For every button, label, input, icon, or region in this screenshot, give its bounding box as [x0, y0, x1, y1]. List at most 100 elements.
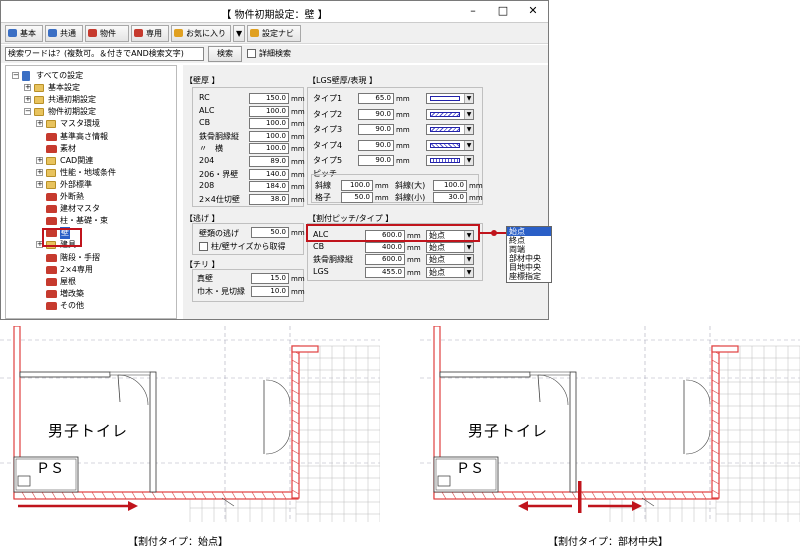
tree-expander[interactable]: +: [24, 96, 31, 104]
detail-search-checkbox[interactable]: [247, 49, 256, 58]
wall-thickness-input[interactable]: 100.0: [249, 105, 289, 117]
minimize-button[interactable]: –: [458, 1, 488, 22]
toolbar-button-2[interactable]: 物件: [85, 25, 129, 42]
dropdown-arrow-icon: ▼: [464, 255, 473, 265]
wall-thickness-label: 206・界壁: [199, 169, 239, 179]
lgs-type-input[interactable]: 90.0: [358, 108, 394, 120]
lgs-type-input[interactable]: 90.0: [358, 124, 394, 135]
maximize-button[interactable]: □: [488, 1, 518, 22]
tree-item-19[interactable]: その他: [60, 300, 84, 312]
split-pitch-input[interactable]: 600.0: [365, 254, 405, 266]
tree-item-11[interactable]: 建材マスタ: [60, 203, 100, 215]
tree-item-15[interactable]: 階段・手摺: [60, 252, 100, 264]
split-pitch-input[interactable]: 455.0: [365, 266, 405, 278]
tree-item-10[interactable]: 外断熱: [60, 191, 84, 203]
lgs-pattern-select[interactable]: ▼: [426, 93, 474, 104]
pitch-input-2[interactable]: 30.0: [433, 192, 467, 203]
tree-item-2[interactable]: 共通初期設定: [48, 94, 96, 106]
tree-expander[interactable]: −: [12, 72, 19, 79]
pitch-input[interactable]: 50.0: [341, 192, 373, 203]
dropdown-option-1[interactable]: 終点: [507, 236, 551, 245]
wall-thickness-input[interactable]: 100.0: [249, 118, 289, 130]
lgs-pattern-select[interactable]: ▼: [426, 124, 474, 135]
toolbar-button-1[interactable]: 共通: [45, 25, 83, 42]
split-label: CB: [313, 242, 325, 252]
folder-icon: [34, 108, 44, 117]
tree-expander[interactable]: +: [36, 156, 43, 164]
chiri-input[interactable]: 15.0: [251, 273, 289, 284]
split-type-select[interactable]: 始点 ▼: [426, 254, 474, 266]
tree-item-6[interactable]: 素材: [60, 143, 76, 155]
split-type-value: 始点: [429, 267, 445, 277]
tree-item-7[interactable]: CAD関連: [60, 155, 93, 167]
toolbar-button-6[interactable]: 設定ナビ: [247, 25, 301, 42]
split-type-dropdown-list[interactable]: 始点 終点 両端 部材中央 目地中央 座標指定: [506, 226, 552, 283]
tree-item-17[interactable]: 屋根: [60, 276, 76, 288]
room-label: 男子トイレ: [468, 422, 549, 440]
tree-item-3[interactable]: 物件初期設定: [48, 106, 96, 118]
nige-checkbox[interactable]: [199, 242, 208, 251]
setting-item-icon: [46, 205, 57, 214]
setting-item-icon: [46, 301, 57, 310]
wall-thickness-unit: mm: [291, 158, 305, 166]
nige-input[interactable]: 50.0: [251, 227, 289, 238]
close-button[interactable]: ✕: [518, 1, 548, 22]
wall-thickness-input[interactable]: 89.0: [249, 156, 289, 167]
lgs-type-input[interactable]: 65.0: [358, 93, 394, 104]
tree-item-16[interactable]: 2×4専用: [60, 264, 93, 276]
lgs-pattern-select[interactable]: ▼: [426, 108, 474, 120]
dropdown-option-2[interactable]: 両端: [507, 245, 551, 254]
toolbar-button-3[interactable]: 専用: [131, 25, 169, 42]
lgs-pattern-select[interactable]: ▼: [426, 139, 474, 151]
wall-thickness-input[interactable]: 184.0: [249, 181, 289, 193]
search-button[interactable]: 検索: [208, 46, 242, 62]
pitch-input-2[interactable]: 100.0: [433, 180, 467, 191]
toolbar-button-0[interactable]: 基本: [5, 25, 43, 42]
tree-expander[interactable]: +: [36, 180, 43, 188]
lgs-type-label: タイプ5: [313, 156, 343, 165]
tree-expander[interactable]: +: [24, 84, 31, 92]
toolbar-button-4[interactable]: お気に入り: [171, 25, 231, 42]
dropdown-option-4[interactable]: 目地中央: [507, 263, 551, 272]
wall-thickness-input[interactable]: 150.0: [249, 93, 289, 104]
tree-expander[interactable]: −: [24, 108, 31, 116]
tree-item-4[interactable]: マスタ環境: [60, 118, 100, 130]
dropdown-option-3[interactable]: 部材中央: [507, 254, 551, 263]
dropdown-option-5[interactable]: 座標指定: [507, 272, 551, 281]
chiri-input[interactable]: 10.0: [251, 286, 289, 297]
toolbar-icon: [250, 29, 259, 37]
lgs-pattern-select[interactable]: ▼: [426, 155, 474, 166]
lgs-type-input[interactable]: 90.0: [358, 155, 394, 166]
tree-item-5[interactable]: 基準高さ情報: [60, 131, 108, 143]
tree-item-8[interactable]: 性能・地域条件: [60, 167, 116, 179]
setting-item-icon: [46, 289, 57, 298]
lgs-title: 【LGS壁厚/表現 】: [308, 76, 377, 85]
toolbar-button-label: 基本: [20, 29, 36, 38]
wall-thickness-unit: mm: [291, 120, 305, 129]
toolbar-button-5[interactable]: ▼: [233, 25, 245, 42]
wall-thickness-input[interactable]: 38.0: [249, 193, 289, 205]
wall-thickness-input[interactable]: 100.0: [249, 143, 289, 155]
tree-expander[interactable]: +: [36, 120, 43, 128]
search-input[interactable]: 検索ワードは？(複数可。＆付きでAND検索文字): [5, 47, 204, 61]
lgs-type-label: タイプ1: [313, 94, 343, 103]
split-type-select[interactable]: 始点 ▼: [426, 242, 474, 254]
tree-item-1[interactable]: 基本設定: [48, 82, 80, 94]
tree-item-0[interactable]: すべての設定: [36, 70, 83, 82]
tree-item-18[interactable]: 増改築: [60, 288, 84, 300]
wall-thickness-input[interactable]: 100.0: [249, 130, 289, 142]
lgs-type-input[interactable]: 90.0: [358, 139, 394, 151]
wall-thickness-unit: mm: [291, 183, 305, 192]
split-type-select[interactable]: 始点 ▼: [426, 266, 474, 278]
split-pitch-input[interactable]: 400.0: [365, 242, 405, 254]
wall-thickness-input[interactable]: 140.0: [249, 168, 289, 180]
setting-item-icon: [46, 217, 57, 226]
settings-panel: 【壁厚 】 【LGS壁厚/表現 】 ピッチ 【逃げ 】 壁類の逃げ 50.0 m…: [183, 65, 548, 319]
tree-item-12[interactable]: 柱・基礎・束: [60, 215, 108, 227]
dropdown-option-0[interactable]: 始点: [507, 227, 551, 236]
pitch-input[interactable]: 100.0: [341, 180, 373, 191]
tree-expander[interactable]: +: [36, 168, 43, 176]
lgs-type-unit: mm: [396, 95, 410, 103]
tree-item-9[interactable]: 外部標準: [60, 179, 92, 191]
settings-tree: − すべての設定 + 基本設定 + 共通初期設定 − 物件初期設定 + マスタ環境 基準高さ情報 素材…: [5, 65, 177, 319]
